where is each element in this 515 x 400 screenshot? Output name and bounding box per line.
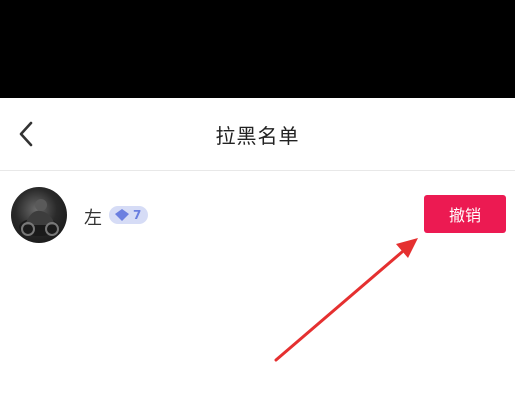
status-bar — [0, 0, 515, 98]
level-number: 7 — [133, 208, 142, 222]
user-name: 左 — [84, 208, 102, 229]
page-title: 拉黑名单 — [215, 124, 300, 148]
diamond-icon — [115, 209, 129, 221]
revoke-button[interactable]: 撤销 — [424, 195, 506, 233]
blocked-user-row: 左 7 撤销 — [0, 171, 515, 261]
navigation-bar: 拉黑名单 — [0, 98, 515, 171]
avatar[interactable] — [11, 187, 67, 243]
level-badge: 7 — [109, 206, 149, 224]
